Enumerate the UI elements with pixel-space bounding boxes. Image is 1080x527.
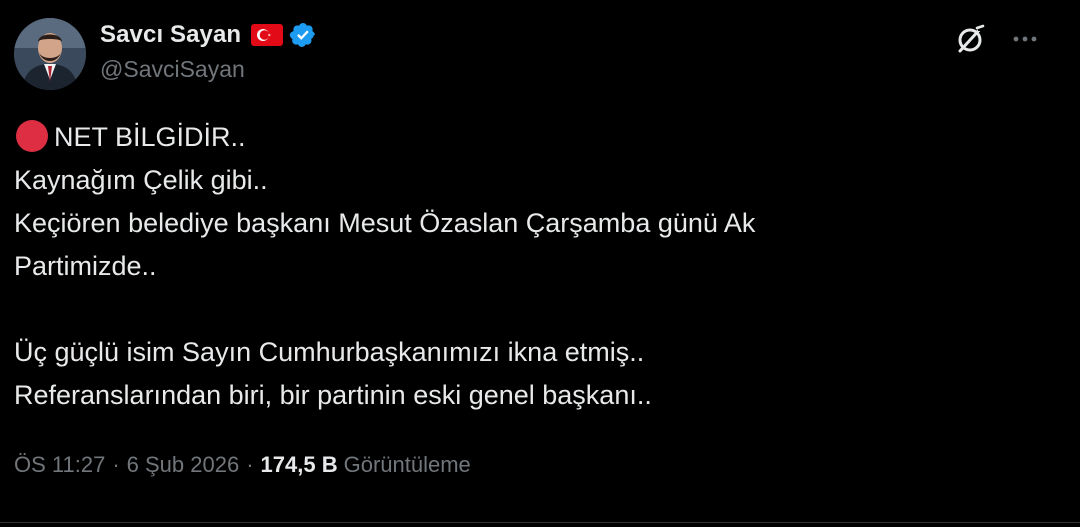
tweet-line: Üç güçlü isim Sayın Cumhurbaşkanımızı ik… — [14, 337, 645, 367]
tweet-time[interactable]: ÖS 11:27 — [14, 452, 105, 478]
views-label: Görüntüleme — [343, 452, 471, 477]
red-circle-icon — [16, 120, 48, 152]
meta-separator: · — [246, 452, 254, 477]
meta-separator: · — [112, 452, 120, 477]
tweet-top-actions — [954, 22, 1040, 56]
tweet-header: Savcı Sayan @SavciSayan — [100, 18, 317, 83]
name-row: Savcı Sayan — [100, 18, 317, 52]
tweet-text: NET BİLGİDİR.. Kaynağım Çelik gibi.. Keç… — [14, 116, 1054, 417]
display-name[interactable]: Savcı Sayan — [100, 21, 241, 49]
avatar[interactable] — [14, 18, 86, 90]
tweet-card: Savcı Sayan @SavciSayan NET BİLGİDİR.. K… — [0, 0, 1080, 527]
divider — [0, 522, 1080, 523]
tweet-line: Partimizde.. — [14, 251, 157, 281]
views-count[interactable]: 174,5 B — [261, 452, 338, 478]
tweet-line: Keçiören belediye başkanı Mesut Özaslan … — [14, 208, 756, 238]
more-options-icon[interactable] — [1010, 24, 1040, 54]
tweet-line: NET BİLGİDİR.. — [14, 116, 1054, 159]
tweet-line-text: NET BİLGİDİR.. — [54, 122, 246, 152]
grok-icon[interactable] — [954, 22, 988, 56]
avatar-image — [14, 18, 86, 90]
tweet-line: Referanslarından biri, bir partinin eski… — [14, 380, 652, 410]
tweet-line: Kaynağım Çelik gibi.. — [14, 165, 268, 195]
tweet-date[interactable]: 6 Şub 2026 — [127, 452, 240, 478]
turkey-flag-icon — [251, 24, 284, 46]
verified-badge-icon — [289, 21, 317, 49]
tweet-meta: ÖS 11:27 · 6 Şub 2026 · 174,5 B Görüntül… — [14, 452, 471, 478]
user-handle[interactable]: @SavciSayan — [100, 56, 317, 83]
